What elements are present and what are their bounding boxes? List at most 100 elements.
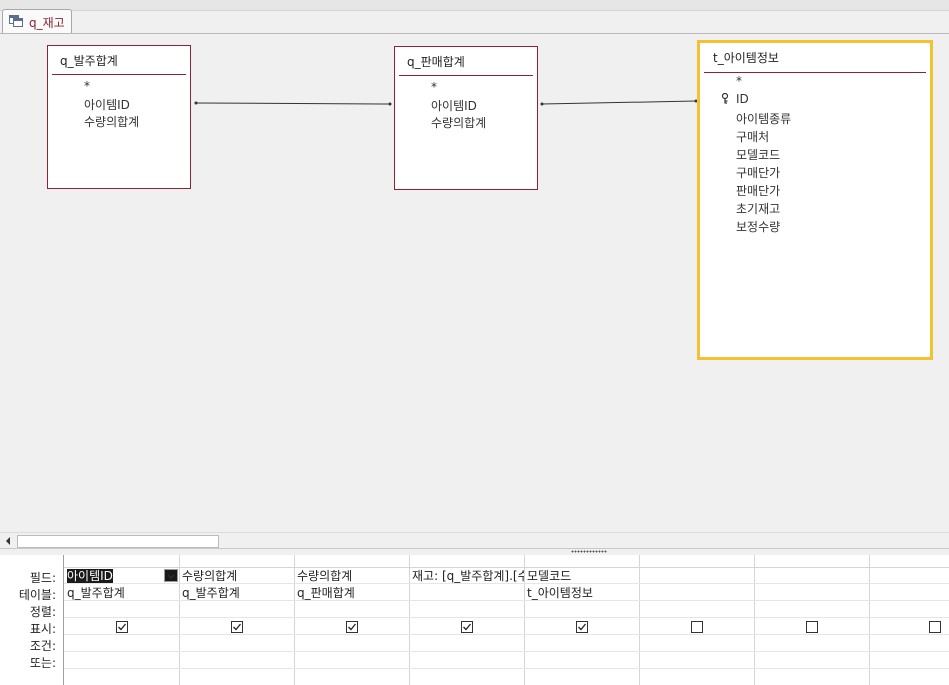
field-item[interactable]: 보정수량	[736, 218, 780, 235]
show-checkbox[interactable]	[115, 621, 128, 633]
scroll-left-icon[interactable]	[1, 534, 15, 548]
table-cell[interactable]: t_아이템정보	[524, 585, 639, 601]
or-cell[interactable]	[869, 653, 949, 669]
splitter-grip-icon[interactable]	[571, 550, 607, 553]
sort-cell[interactable]	[409, 602, 524, 618]
criteria-cell[interactable]	[869, 636, 949, 652]
primary-key-icon	[721, 92, 729, 107]
table-box-sales-sum[interactable]: q_판매합계 * 아이템ID 수량의합계	[394, 46, 538, 190]
criteria-cell[interactable]	[64, 636, 179, 652]
or-cell[interactable]	[524, 653, 639, 669]
show-checkbox[interactable]	[575, 621, 588, 633]
show-cell	[754, 619, 869, 635]
grid-column-6[interactable]	[639, 555, 755, 685]
grid-column-7[interactable]	[754, 555, 870, 685]
field-item[interactable]: 수량의합계	[431, 114, 486, 131]
grid-columns[interactable]: 아이템ID q_발주합계 수량의합계 q_발주합계 수량의합계 q_판매합계 재…	[63, 555, 949, 685]
row-label-table: 테이블:	[18, 588, 56, 602]
field-cell[interactable]: 모델코드	[524, 568, 639, 584]
table-cell[interactable]	[754, 585, 869, 601]
query-design-grid[interactable]: 필드: 테이블: 정렬: 표시: 조건: 또는: 아이템ID q_발주합계 수량…	[0, 555, 949, 685]
show-checkbox[interactable]	[805, 621, 818, 633]
designer-hscrollbar[interactable]	[0, 532, 949, 549]
table-box-item-info[interactable]: t_아이템정보 * ID 아이템종류 구매처 모델코드 구매단가 판매단가 초기…	[697, 40, 933, 360]
sort-cell[interactable]	[869, 602, 949, 618]
grid-column-2[interactable]: 수량의합계 q_발주합계	[179, 555, 295, 685]
criteria-cell[interactable]	[639, 636, 754, 652]
show-cell	[869, 619, 949, 635]
grid-column-5[interactable]: 모델코드 t_아이템정보	[524, 555, 640, 685]
row-label-criteria: 조건:	[29, 639, 56, 653]
sort-cell[interactable]	[524, 602, 639, 618]
show-checkbox[interactable]	[929, 621, 941, 633]
tab-label: q_재고	[29, 16, 65, 30]
field-item[interactable]: 아이템ID	[84, 96, 130, 113]
table-cell[interactable]: q_발주합계	[179, 585, 294, 601]
field-cell[interactable]	[639, 568, 754, 584]
show-checkbox[interactable]	[460, 621, 473, 633]
table-cell[interactable]: q_발주합계	[64, 585, 179, 601]
sort-cell[interactable]	[179, 602, 294, 618]
row-label-show: 표시:	[29, 622, 56, 636]
field-cell[interactable]: 수량의합계	[179, 568, 294, 584]
field-item[interactable]: 초기재고	[736, 200, 780, 217]
or-cell[interactable]	[179, 653, 294, 669]
or-cell[interactable]	[294, 653, 409, 669]
field-item[interactable]: *	[431, 80, 437, 94]
criteria-cell[interactable]	[524, 636, 639, 652]
sort-cell[interactable]	[294, 602, 409, 618]
or-cell[interactable]	[754, 653, 869, 669]
chevron-down-icon[interactable]	[164, 569, 178, 582]
criteria-cell[interactable]	[179, 636, 294, 652]
show-checkbox[interactable]	[690, 621, 703, 633]
sort-cell[interactable]	[64, 602, 179, 618]
field-cell[interactable]: 아이템ID	[64, 568, 179, 584]
field-cell-text: 아이템ID	[67, 569, 113, 583]
join-line-2	[541, 100, 697, 105]
criteria-cell[interactable]	[409, 636, 524, 652]
sort-cell[interactable]	[639, 602, 754, 618]
field-item[interactable]: 구매단가	[736, 164, 780, 181]
join-line-1	[195, 102, 391, 105]
scroll-thumb[interactable]	[17, 535, 219, 548]
table-cell[interactable]	[869, 585, 949, 601]
grid-column-8[interactable]	[869, 555, 949, 685]
field-cell[interactable]	[754, 568, 869, 584]
table-cell[interactable]	[639, 585, 754, 601]
field-item[interactable]: *	[84, 79, 90, 93]
table-cell[interactable]: q_판매합계	[294, 585, 409, 601]
or-cell[interactable]	[639, 653, 754, 669]
field-item[interactable]: *	[736, 74, 742, 88]
field-item[interactable]: ID	[736, 92, 749, 106]
field-item[interactable]: 수량의합계	[84, 113, 139, 130]
show-cell	[639, 619, 754, 635]
field-cell[interactable]: 재고: [q_발주합계].[수	[409, 568, 524, 584]
field-item[interactable]: 아이템종류	[736, 110, 791, 127]
query-designer-pane[interactable]: q_발주합계 * 아이템ID 수량의합계 q_판매합계 * 아이템ID 수량의합…	[0, 34, 949, 532]
or-cell[interactable]	[409, 653, 524, 669]
field-cell[interactable]: 수량의합계	[294, 568, 409, 584]
field-item[interactable]: 모델코드	[736, 146, 780, 163]
criteria-cell[interactable]	[754, 636, 869, 652]
table-title: q_판매합계	[407, 55, 465, 69]
grid-column-1[interactable]: 아이템ID q_발주합계	[64, 555, 180, 685]
field-cell[interactable]	[869, 568, 949, 584]
criteria-cell[interactable]	[294, 636, 409, 652]
tab-q-stock[interactable]: q_재고	[2, 9, 72, 34]
field-item[interactable]: 판매단가	[736, 182, 780, 199]
table-cell[interactable]	[409, 585, 524, 601]
show-checkbox[interactable]	[230, 621, 243, 633]
sort-cell[interactable]	[754, 602, 869, 618]
query-icon	[9, 15, 23, 27]
field-item[interactable]: 구매처	[736, 128, 769, 145]
show-cell	[64, 619, 179, 635]
grid-column-3[interactable]: 수량의합계 q_판매합계	[294, 555, 410, 685]
or-cell[interactable]	[64, 653, 179, 669]
show-cell	[294, 619, 409, 635]
grid-column-4[interactable]: 재고: [q_발주합계].[수	[409, 555, 525, 685]
field-item[interactable]: 아이템ID	[431, 97, 477, 114]
show-checkbox[interactable]	[345, 621, 358, 633]
grid-row-labels: 필드: 테이블: 정렬: 표시: 조건: 또는:	[0, 555, 62, 685]
table-box-order-sum[interactable]: q_발주합계 * 아이템ID 수량의합계	[47, 45, 191, 189]
row-label-or: 또는:	[29, 656, 56, 670]
